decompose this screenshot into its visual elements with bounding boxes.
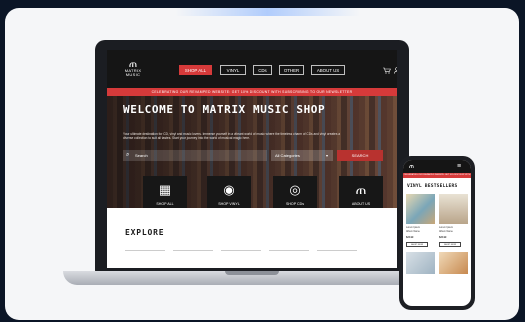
promo-banner: CELEBRATING OUR REVAMPED WEBSITE: GET 10…: [107, 88, 397, 96]
tile-about-us[interactable]: ጠ ABOUT US: [339, 176, 383, 208]
hero-subtitle: Your ultimate destination for CD, vinyl …: [123, 132, 341, 141]
tile-label: SHOP CDs: [285, 202, 305, 206]
product-price: $22.99: [439, 236, 447, 239]
hamburger-menu-icon[interactable]: ≡: [457, 162, 461, 171]
shop-now-button[interactable]: SHOP NOW: [406, 242, 428, 247]
phone-logo[interactable]: ጠ: [409, 163, 414, 170]
nav-about-us[interactable]: ABOUT US: [311, 65, 345, 75]
cart-icon[interactable]: [383, 67, 391, 76]
shop-now-button[interactable]: SHOP NOW: [439, 242, 461, 247]
matrix-logo-icon: ጠ: [355, 182, 367, 197]
chevron-down-icon: ▾: [326, 153, 329, 158]
nav-vinyl[interactable]: VINYL: [220, 65, 246, 75]
explore-card[interactable]: [125, 250, 165, 259]
product-artist: Lorem Ipsum: [439, 226, 453, 229]
site-logo[interactable]: ጠ MATRIX MUSIC: [121, 60, 145, 80]
tile-shop-all[interactable]: ▦ SHOP ALL: [143, 176, 187, 208]
phone-navbar: ጠ ≡: [403, 160, 471, 173]
tile-label: SHOP ALL: [156, 202, 174, 206]
product-image[interactable]: [406, 252, 435, 274]
explore-card[interactable]: [269, 250, 309, 259]
tile-label: ABOUT US: [351, 202, 371, 206]
explore-heading: EXPLORE: [125, 228, 165, 237]
search-input[interactable]: Search: [123, 150, 267, 161]
product-artist: Lorem Ipsum: [406, 226, 420, 229]
hero-section: WELCOME TO MATRIX MUSIC SHOP Your ultima…: [107, 96, 397, 208]
product-image[interactable]: [439, 252, 468, 274]
product-image[interactable]: [406, 194, 435, 224]
hero-title: WELCOME TO MATRIX MUSIC SHOP: [123, 103, 326, 116]
product-price: $24.99: [406, 236, 414, 239]
explore-card[interactable]: [221, 250, 261, 259]
turntable-icon: ◉: [223, 182, 235, 197]
tile-label: SHOP VINYL: [218, 202, 240, 206]
laptop-screen: ጠ MATRIX MUSIC SHOP ALL VINYL CDs OTHER …: [107, 50, 397, 268]
nav-other[interactable]: OTHER: [279, 65, 304, 75]
logo-wordmark: MATRIX MUSIC: [124, 68, 142, 77]
phone-promo-banner: CELEBRATING OUR REVAMPED WEBSITE: GET 10…: [403, 173, 471, 181]
nav-shop-all[interactable]: SHOP ALL: [179, 65, 212, 75]
laptop-notch: [225, 271, 279, 275]
phone-section-title: VINYL BESTSELLERS: [407, 184, 458, 189]
explore-card[interactable]: [173, 250, 213, 259]
cd-player-icon: ◎: [289, 182, 301, 197]
user-icon[interactable]: [394, 67, 397, 76]
nav-cds[interactable]: CDs: [253, 65, 272, 75]
tile-shop-cds[interactable]: ◎ SHOP CDs: [273, 176, 317, 208]
product-album: Album Name: [439, 230, 453, 233]
top-glow: [175, 8, 360, 16]
product-album: Album Name: [406, 230, 420, 233]
search-button[interactable]: SEARCH: [337, 150, 383, 161]
tile-shop-vinyl[interactable]: ◉ SHOP VINYL: [207, 176, 251, 208]
category-select[interactable]: All Categories: [271, 150, 333, 161]
search-row: Search ⌕ All Categories ▾ SEARCH: [123, 150, 383, 161]
site-navbar: ጠ MATRIX MUSIC SHOP ALL VINYL CDs OTHER …: [107, 50, 397, 88]
explore-card[interactable]: [317, 250, 357, 259]
showcase-card: ጠ MATRIX MUSIC SHOP ALL VINYL CDs OTHER …: [5, 8, 519, 320]
vinyl-records-icon: ▦: [158, 182, 172, 197]
search-icon: ⌕: [126, 152, 130, 158]
phone-screen: ጠ ≡ CELEBRATING OUR REVAMPED WEBSITE: GE…: [403, 160, 471, 306]
product-image[interactable]: [439, 194, 468, 224]
